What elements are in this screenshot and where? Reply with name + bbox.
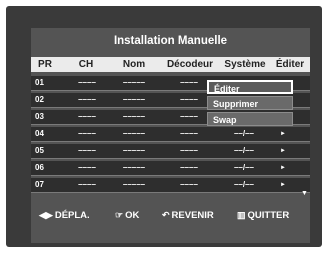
row-arrow-icon: ►: [280, 165, 286, 171]
row-nom: –––––: [122, 163, 146, 172]
menu-icon: ▥: [237, 210, 246, 220]
back-label: REVENIR: [171, 210, 214, 221]
row-pr: 02: [35, 95, 44, 104]
button-guide: ◀▶ DÉPLA. ☞ OK ↶ REVENIR ▥ QUITTER: [31, 207, 310, 225]
row-pr: 07: [35, 180, 44, 189]
table-row[interactable]: 05 –––– ––––– –––– ––/–– ►: [31, 144, 310, 159]
row-decodeur: ––––: [180, 180, 198, 189]
row-ch: ––––: [78, 78, 96, 87]
row-decodeur: ––––: [180, 95, 198, 104]
row-decodeur: ––––: [180, 129, 198, 138]
row-nom: –––––: [122, 95, 146, 104]
tv-frame: Installation Manuelle PR CH Nom Décodeur…: [6, 6, 322, 247]
column-header-editer: Éditer: [275, 59, 305, 70]
row-arrow-icon: ►: [280, 182, 286, 188]
row-ch: ––––: [78, 129, 96, 138]
menu-item-supprimer[interactable]: Supprimer: [207, 96, 293, 110]
column-header-decodeur: Décodeur: [166, 59, 214, 70]
ok-icon: ☞: [115, 210, 124, 220]
column-header-nom: Nom: [122, 59, 146, 70]
edit-menu: Éditer Supprimer Swap: [207, 80, 293, 128]
table-row[interactable]: 07 –––– ––––– –––– ––/–– ►: [31, 178, 310, 193]
page-title: Installation Manuelle: [113, 35, 228, 47]
exit-label: QUITTER: [247, 210, 290, 221]
back-hint: ↶ REVENIR: [162, 210, 214, 221]
row-decodeur: ––––: [180, 112, 198, 121]
row-ch: ––––: [78, 163, 96, 172]
column-header-pr: PR: [38, 59, 52, 70]
table-row[interactable]: 06 –––– ––––– –––– ––/–– ►: [31, 161, 310, 176]
row-nom: –––––: [122, 129, 146, 138]
move-arrows-icon: ◀▶: [39, 210, 53, 220]
exit-hint: ▥ QUITTER: [237, 210, 289, 221]
row-ch: ––––: [78, 180, 96, 189]
row-ch: ––––: [78, 146, 96, 155]
table-header: PR CH Nom Décodeur Système Éditer: [31, 57, 310, 72]
row-decodeur: ––––: [180, 78, 198, 87]
row-nom: –––––: [122, 180, 146, 189]
row-nom: –––––: [122, 112, 146, 121]
ok-label: OK: [125, 210, 140, 221]
row-arrow-icon: ►: [280, 131, 286, 137]
row-arrow-icon: ►: [280, 148, 286, 154]
menu-item-editer[interactable]: Éditer: [207, 80, 293, 94]
row-systeme: ––/––: [233, 129, 255, 138]
row-pr: 06: [35, 163, 44, 172]
move-hint: ◀▶ DÉPLA.: [39, 210, 90, 221]
row-systeme: ––/––: [233, 163, 255, 172]
row-pr: 05: [35, 146, 44, 155]
row-ch: ––––: [78, 95, 96, 104]
row-nom: –––––: [122, 146, 146, 155]
return-icon: ↶: [162, 210, 170, 220]
column-header-systeme: Système: [224, 59, 266, 70]
row-systeme: ––/––: [233, 146, 255, 155]
row-nom: –––––: [122, 78, 146, 87]
row-pr: 01: [35, 78, 44, 87]
row-pr: 04: [35, 129, 44, 138]
row-pr: 03: [35, 112, 44, 121]
menu-item-swap[interactable]: Swap: [207, 112, 293, 126]
move-label: DÉPLA.: [54, 210, 90, 221]
table-row[interactable]: 04 –––– ––––– –––– ––/–– ►: [31, 127, 310, 142]
row-ch: ––––: [78, 112, 96, 121]
row-decodeur: ––––: [180, 146, 198, 155]
osd-screen: Installation Manuelle PR CH Nom Décodeur…: [31, 28, 310, 243]
column-header-ch: CH: [78, 59, 94, 70]
row-decodeur: ––––: [180, 163, 198, 172]
scroll-down-icon[interactable]: ▼: [301, 190, 308, 197]
ok-hint: ☞ OK: [115, 210, 139, 221]
row-systeme: ––/––: [233, 180, 255, 189]
